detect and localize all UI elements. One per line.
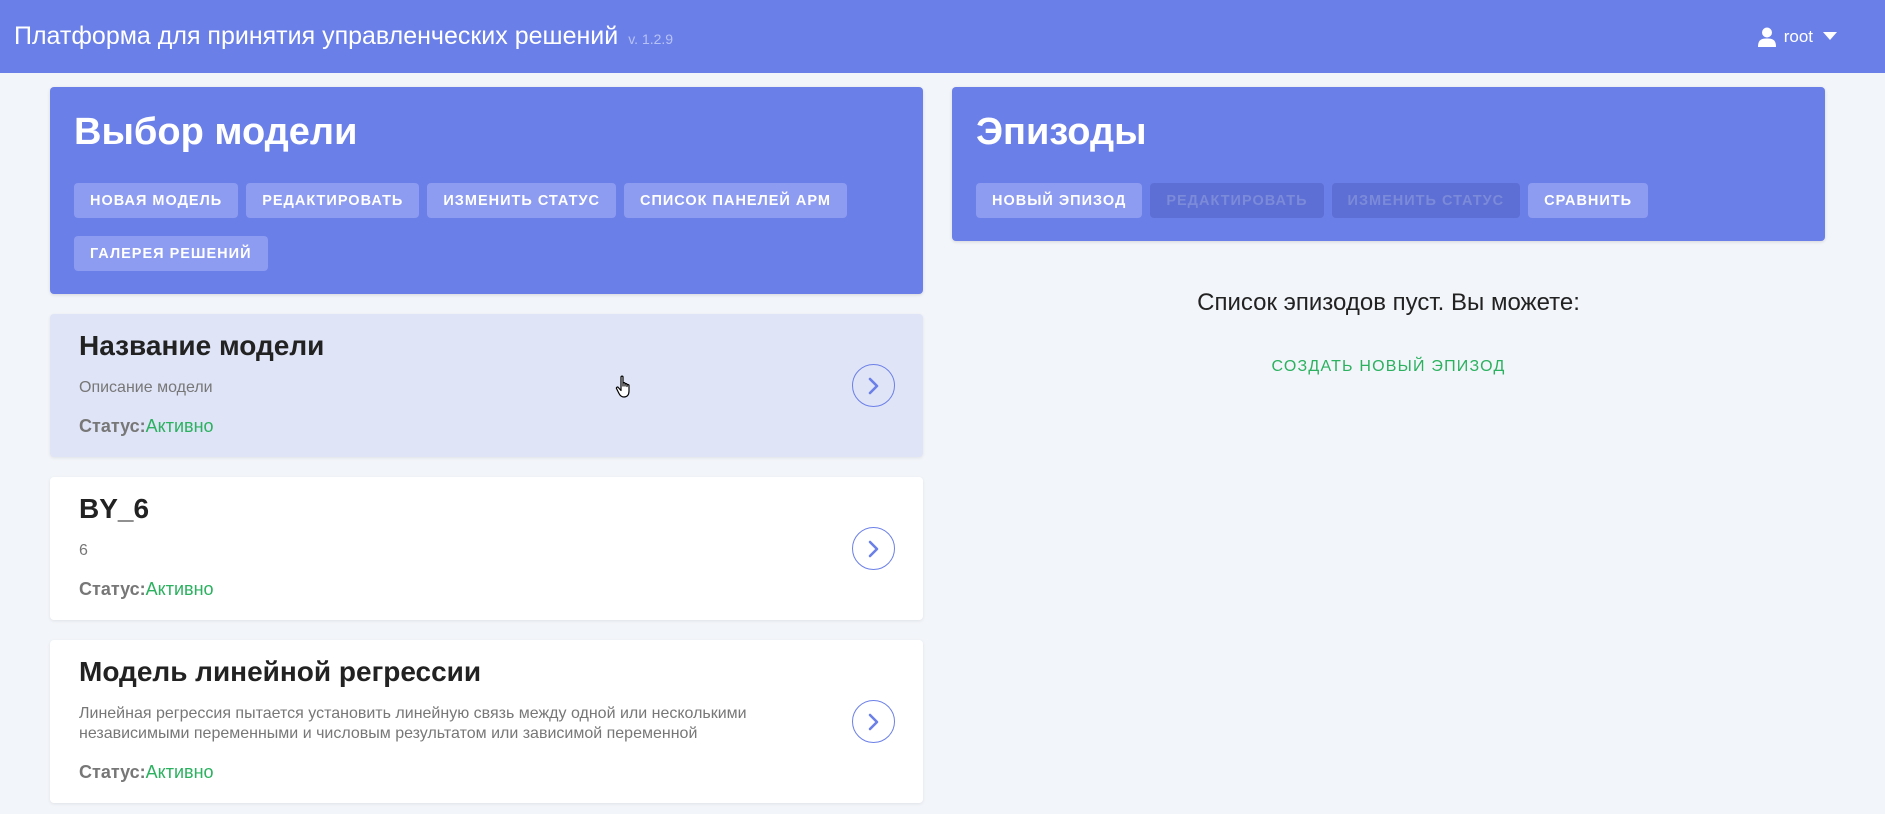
- episodes-empty-text: Список эпизодов пуст. Вы можете:: [1197, 289, 1580, 316]
- models-panel-title: Выбор модели: [74, 111, 358, 153]
- chevron-right-icon: [868, 713, 878, 730]
- status-label: Статус:: [79, 762, 146, 782]
- status-label: Статус:: [79, 416, 146, 436]
- top-bar: Платформа для принятия управленческих ре…: [0, 0, 1885, 73]
- models-toolbar: Новая модель Редактировать Изменить стат…: [74, 183, 894, 218]
- new-model-button[interactable]: Новая модель: [74, 183, 239, 218]
- app-title: Платформа для принятия управленческих ре…: [14, 22, 619, 50]
- open-model-button[interactable]: [852, 700, 895, 743]
- change-episode-status-button: Изменить статус: [1331, 183, 1521, 218]
- model-status: Статус:Активно: [79, 762, 214, 783]
- chevron-right-icon: [868, 540, 878, 557]
- model-description: 6: [79, 542, 88, 559]
- model-name: BY_6: [79, 493, 150, 524]
- status-value: Активно: [145, 579, 214, 599]
- app-version: v. 1.2.9: [628, 30, 674, 47]
- models-toolbar-row2: Галерея решений: [74, 236, 894, 271]
- new-episode-button[interactable]: Новый эпизод: [976, 183, 1143, 218]
- create-episode-link[interactable]: создать новый эпизод: [952, 358, 1825, 376]
- solutions-gallery-button[interactable]: Галерея решений: [74, 236, 268, 271]
- model-name: Модель линейной регрессии: [79, 656, 482, 687]
- change-status-button[interactable]: Изменить статус: [427, 183, 616, 218]
- status-value: Активно: [145, 762, 214, 782]
- edit-model-button[interactable]: Редактировать: [246, 183, 420, 218]
- user-menu[interactable]: root: [1757, 0, 1845, 73]
- edit-episode-button: Редактировать: [1150, 183, 1324, 218]
- model-name: Название модели: [79, 330, 325, 361]
- episodes-panel-title: Эпизоды: [976, 111, 1147, 153]
- model-description: Описание модели: [79, 379, 213, 396]
- user-name: root: [1783, 26, 1813, 46]
- models-panel: Выбор модели Новая модель Редактировать …: [50, 87, 923, 294]
- model-card[interactable]: BY_6 6 Статус:Активно: [50, 477, 923, 620]
- user-icon: [1757, 27, 1776, 47]
- open-model-button[interactable]: [852, 364, 895, 407]
- arm-panels-button[interactable]: Список панелей АРМ: [623, 183, 847, 218]
- episodes-panel: Эпизоды Новый эпизод Редактировать Измен…: [952, 87, 1825, 241]
- chevron-down-icon: [1823, 32, 1837, 40]
- model-card[interactable]: Модель линейной регрессии Линейная регре…: [50, 640, 923, 803]
- model-card[interactable]: Название модели Описание модели Статус:А…: [50, 314, 923, 457]
- status-value: Активно: [145, 416, 214, 436]
- episodes-toolbar: Новый эпизод Редактировать Изменить стат…: [976, 183, 1796, 218]
- chevron-right-icon: [868, 377, 878, 394]
- compare-button[interactable]: Сравнить: [1528, 183, 1649, 218]
- hand-cursor-icon: [615, 375, 630, 398]
- model-description: Линейная регрессия пытается установить л…: [79, 705, 747, 742]
- open-model-button[interactable]: [852, 527, 895, 570]
- model-status: Статус:Активно: [79, 416, 214, 437]
- status-label: Статус:: [79, 579, 146, 599]
- model-status: Статус:Активно: [79, 579, 214, 600]
